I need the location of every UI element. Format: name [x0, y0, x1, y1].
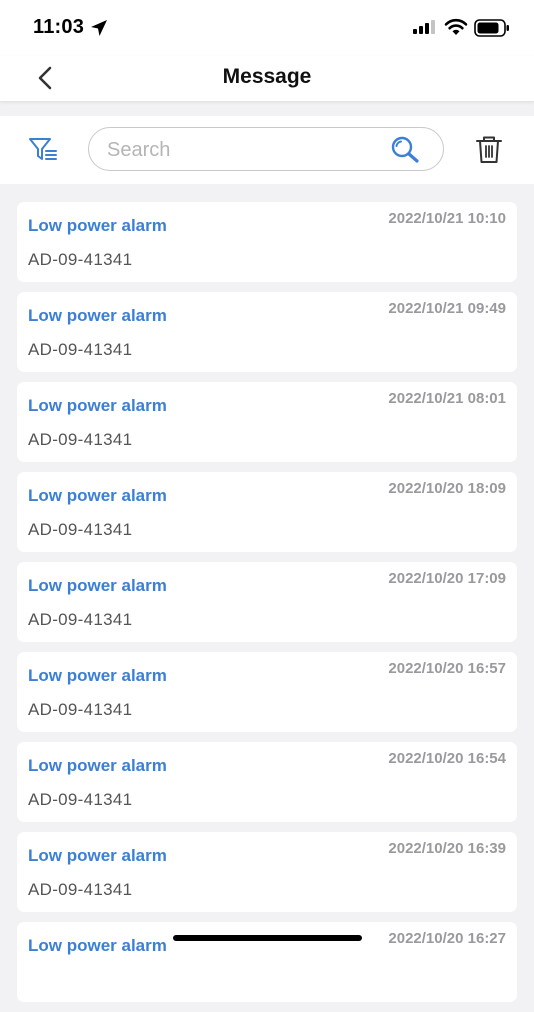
message-title: Low power alarm: [28, 576, 167, 595]
battery-icon: [474, 19, 509, 37]
message-timestamp: 2022/10/20 16:57: [388, 660, 506, 677]
message-timestamp: 2022/10/20 18:09: [388, 480, 506, 497]
location-arrow-icon: [91, 20, 107, 36]
status-time: 11:03: [33, 16, 85, 38]
message-item[interactable]: Low power alarm 2022/10/20 16:57 AD-09-4…: [17, 652, 517, 732]
wifi-icon: [444, 18, 468, 35]
filter-button[interactable]: [28, 136, 60, 164]
message-timestamp: 2022/10/20 16:54: [388, 750, 506, 767]
message-device-id: AD-09-41341: [28, 790, 133, 809]
message-title: Low power alarm: [28, 396, 167, 415]
delete-button[interactable]: [474, 134, 504, 166]
trash-icon: [476, 136, 502, 163]
message-timestamp: 2022/10/20 16:27: [388, 930, 506, 947]
status-bar: 11:03: [0, 0, 534, 56]
message-list: Low power alarm 2022/10/21 10:10 AD-09-4…: [17, 202, 517, 1012]
navigation-bar: Message: [0, 56, 534, 102]
message-title: Low power alarm: [28, 216, 167, 235]
message-title: Low power alarm: [28, 486, 167, 505]
message-timestamp: 2022/10/20 17:09: [388, 570, 506, 587]
message-device-id: AD-09-41341: [28, 340, 133, 359]
message-device-id: AD-09-41341: [28, 250, 133, 269]
filter-icon: [29, 138, 57, 160]
message-device-id: AD-09-41341: [28, 610, 133, 629]
message-timestamp: 2022/10/21 10:10: [388, 210, 506, 227]
message-title: Low power alarm: [28, 846, 167, 865]
message-device-id: AD-09-41341: [28, 700, 133, 719]
message-title: Low power alarm: [28, 756, 167, 775]
message-item[interactable]: Low power alarm 2022/10/20 16:54 AD-09-4…: [17, 742, 517, 822]
message-title: Low power alarm: [28, 936, 167, 955]
cellular-signal-icon: [413, 20, 435, 34]
message-title: Low power alarm: [28, 666, 167, 685]
message-item[interactable]: Low power alarm 2022/10/21 10:10 AD-09-4…: [17, 202, 517, 282]
message-device-id: AD-09-41341: [28, 880, 133, 899]
search-box: [88, 127, 444, 171]
home-indicator: [173, 935, 362, 941]
message-item[interactable]: Low power alarm 2022/10/20 17:09 AD-09-4…: [17, 562, 517, 642]
message-item[interactable]: Low power alarm 2022/10/20 18:09 AD-09-4…: [17, 472, 517, 552]
search-input[interactable]: [105, 136, 389, 164]
message-timestamp: 2022/10/21 08:01: [388, 390, 506, 407]
message-item[interactable]: Low power alarm 2022/10/20 16:27: [17, 922, 517, 1002]
search-icon: [391, 136, 419, 163]
message-item[interactable]: Low power alarm 2022/10/20 16:39 AD-09-4…: [17, 832, 517, 912]
message-item[interactable]: Low power alarm 2022/10/21 08:01 AD-09-4…: [17, 382, 517, 462]
page-title: Message: [222, 65, 312, 88]
message-timestamp: 2022/10/20 16:39: [388, 840, 506, 857]
message-item[interactable]: Low power alarm 2022/10/21 09:49 AD-09-4…: [17, 292, 517, 372]
message-timestamp: 2022/10/21 09:49: [388, 300, 506, 317]
search-button[interactable]: [389, 135, 423, 165]
message-device-id: AD-09-41341: [28, 430, 133, 449]
message-title: Low power alarm: [28, 306, 167, 325]
search-toolbar: [0, 116, 534, 184]
message-device-id: AD-09-41341: [28, 520, 133, 539]
